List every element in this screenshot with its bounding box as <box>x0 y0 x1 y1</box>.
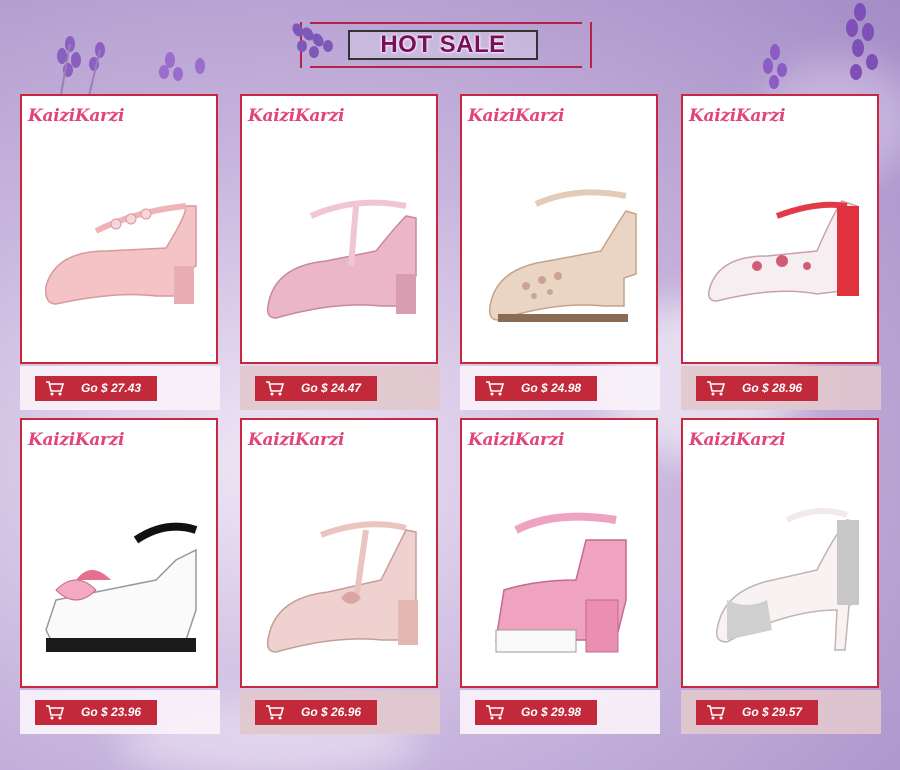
lavender-icon <box>159 52 205 81</box>
price-label: Go $ 24.98 <box>521 381 582 395</box>
price-strip: Go $ 26.96 <box>240 690 440 734</box>
price-strip: Go $ 28.96 <box>681 366 881 410</box>
price-label: Go $ 29.57 <box>742 705 803 719</box>
price-label: Go $ 29.98 <box>521 705 582 719</box>
price-label: Go $ 23.96 <box>81 705 142 719</box>
product-card[interactable]: KaiziKarzi <box>460 418 658 688</box>
go-buy-button[interactable]: Go $ 29.57 <box>696 699 818 725</box>
cart-icon <box>707 381 726 396</box>
cart-icon <box>266 381 285 396</box>
cart-icon <box>266 705 285 720</box>
shoe-image <box>45 522 198 652</box>
lavender-icon <box>763 44 787 89</box>
lavender-icon <box>846 3 878 80</box>
go-buy-button[interactable]: Go $ 27.43 <box>35 375 157 401</box>
brand-logo: KaiziKarzi <box>689 106 786 126</box>
hot-sale-header: HOT SALE <box>292 22 592 68</box>
product-card[interactable]: KaiziKarzi <box>20 94 218 364</box>
go-buy-button[interactable]: Go $ 26.96 <box>255 699 377 725</box>
price-label: Go $ 26.96 <box>301 705 362 719</box>
price-label: Go $ 24.47 <box>301 381 362 395</box>
brand-logo: KaiziKarzi <box>468 430 565 450</box>
go-buy-button[interactable]: Go $ 24.47 <box>255 375 377 401</box>
shoe-image <box>715 508 859 651</box>
product-card[interactable]: KaiziKarzi <box>681 418 879 688</box>
go-buy-button[interactable]: Go $ 23.96 <box>35 699 157 725</box>
product-card[interactable]: KaiziKarzi <box>240 94 438 364</box>
price-label: Go $ 27.43 <box>81 381 142 395</box>
shoe-image <box>44 203 197 305</box>
shoe-image <box>266 521 418 653</box>
price-label: Go $ 28.96 <box>742 381 803 395</box>
product-card[interactable]: KaiziKarzi <box>240 418 438 688</box>
price-strip: Go $ 29.98 <box>460 690 660 734</box>
price-strip: Go $ 29.57 <box>681 690 881 734</box>
cart-icon <box>486 381 505 396</box>
product-card[interactable]: KaiziKarzi <box>460 94 658 364</box>
go-buy-button[interactable]: Go $ 28.96 <box>696 375 818 401</box>
lavender-sprig-icon <box>292 23 333 58</box>
cart-icon <box>486 705 505 720</box>
brand-logo: KaiziKarzi <box>468 106 565 126</box>
brand-logo: KaiziKarzi <box>28 106 125 126</box>
price-strip: Go $ 24.98 <box>460 366 660 410</box>
product-card[interactable]: KaiziKarzi <box>681 94 879 364</box>
cart-icon <box>707 705 726 720</box>
cart-icon <box>46 381 65 396</box>
price-strip: Go $ 27.43 <box>20 366 220 410</box>
shoe-image <box>266 199 417 319</box>
shoe-image <box>488 189 637 322</box>
shoe-image <box>495 512 627 653</box>
cart-icon <box>46 705 65 720</box>
shoe-image <box>707 200 859 302</box>
brand-logo: KaiziKarzi <box>689 430 786 450</box>
price-strip: Go $ 24.47 <box>240 366 440 410</box>
product-card[interactable]: KaiziKarzi <box>20 418 218 688</box>
go-buy-button[interactable]: Go $ 24.98 <box>475 375 597 401</box>
price-strip: Go $ 23.96 <box>20 690 220 734</box>
lavender-icon <box>57 36 105 100</box>
go-buy-button[interactable]: Go $ 29.98 <box>475 699 597 725</box>
brand-logo: KaiziKarzi <box>248 106 345 126</box>
page-title: HOT SALE <box>380 31 506 58</box>
brand-logo: KaiziKarzi <box>248 430 345 450</box>
brand-logo: KaiziKarzi <box>28 430 125 450</box>
title-box: HOT SALE <box>348 30 538 60</box>
